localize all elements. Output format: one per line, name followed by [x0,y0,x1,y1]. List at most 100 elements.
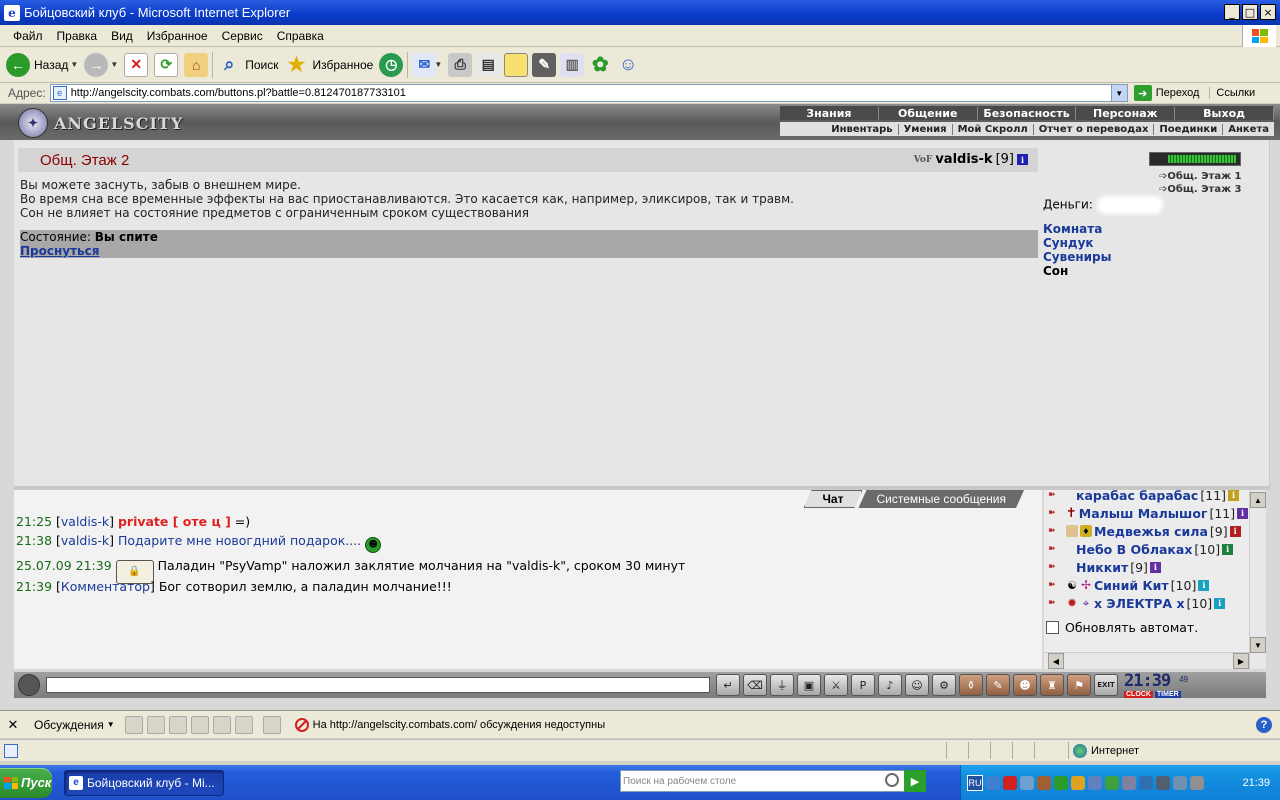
chat-nick[interactable]: valdis-k [61,514,109,529]
info-icon[interactable]: i [1198,579,1210,591]
maximize-button[interactable]: □ [1242,4,1258,20]
nav-my-scroll[interactable]: Мой Скролл [953,123,1034,135]
scroll-left-icon[interactable]: ◀ [1048,653,1064,669]
info-icon[interactable]: i [1229,525,1241,537]
private-arrow-icon[interactable]: ➽ [1048,508,1064,518]
tab-chat[interactable]: Чат [804,490,863,508]
icq-icon[interactable]: ✿ [588,53,612,77]
tray-icon[interactable] [1071,775,1085,790]
private-arrow-icon[interactable]: ➽ [1048,580,1064,590]
chat-time[interactable]: 21:25 [16,514,52,529]
upload-icon[interactable] [262,715,281,734]
messenger-icon[interactable]: ☺ [616,53,640,77]
friends-icon[interactable]: ☻ [1013,674,1037,696]
close-discussion-icon[interactable]: ✕ [4,717,22,733]
room-link-room[interactable]: Комната [1043,222,1112,236]
online-nick[interactable]: Никкит [1076,560,1128,575]
tray-icon[interactable] [1122,775,1136,790]
open-discussion-icon[interactable] [146,715,165,734]
links-button[interactable]: Ссылки [1209,87,1255,99]
room-link-souvenirs[interactable]: Сувениры [1043,250,1112,264]
nav-communication[interactable]: Общение [879,106,978,120]
nav-security[interactable]: Безопасность [978,106,1077,120]
menu-tools[interactable]: Сервис [215,29,270,43]
favorites-button[interactable]: ★ Избранное [285,53,374,77]
menu-favorites[interactable]: Избранное [140,29,215,43]
back-dropdown-icon[interactable]: ▼ [70,60,78,69]
nav-knowledge[interactable]: Знания [780,106,879,120]
history-icon[interactable]: ◷ [379,52,404,77]
info-icon[interactable]: i [1149,561,1161,573]
online-nick[interactable]: Синий Кит [1094,578,1169,593]
wake-up-link[interactable]: Проснуться [20,244,1038,258]
nav-transfer-report[interactable]: Отчет о переводах [1034,123,1155,135]
private-arrow-icon[interactable]: ➽ [1048,598,1064,608]
menu-view[interactable]: Вид [104,29,140,43]
address-input[interactable]: e http://angelscity.combats.com/buttons.… [49,84,1128,102]
mail-dropdown-icon[interactable]: ▼ [434,60,442,69]
online-vertical-scrollbar[interactable]: ▲ ▼ [1249,490,1266,669]
edit-icon[interactable]: ▤ [476,52,501,77]
tab-system-messages[interactable]: Системные сообщения [858,490,1024,508]
go-button[interactable]: ➜ Переход [1133,85,1199,101]
info-icon[interactable]: i [1214,597,1226,609]
menu-help[interactable]: Справка [270,29,331,43]
online-nick[interactable]: Малыш Малышог [1079,506,1208,521]
tray-icon[interactable] [1037,775,1051,790]
chat-input[interactable] [46,677,710,693]
eraser-icon[interactable]: ⌫ [743,674,767,696]
online-nick[interactable]: Небо В Облаках [1076,542,1192,557]
online-nick[interactable]: х ЭЛЕКТРА х [1094,596,1185,611]
media-icon[interactable]: ▥ [560,52,585,77]
timer-mode-button[interactable]: TIMER [1154,691,1181,698]
nav-exit[interactable]: Выход [1175,106,1274,120]
tray-icon[interactable] [1088,775,1102,790]
notes-icon[interactable] [504,52,529,77]
info-icon[interactable]: i [1017,154,1028,165]
smiley-menu-icon[interactable]: ☺ [905,674,929,696]
filter-icon[interactable]: ⏚ [770,674,794,696]
help-icon[interactable]: ? [1256,717,1272,733]
nav-inventory[interactable]: Инвентарь [826,123,899,135]
info-icon[interactable]: i [1222,543,1234,555]
chat-nick[interactable]: Комментатор [61,579,150,594]
menu-file[interactable]: Файл [6,29,50,43]
nav-profile[interactable]: Анкета [1223,124,1274,135]
new-discussion-icon[interactable] [124,715,143,734]
room-link-chest[interactable]: Сундук [1043,236,1112,250]
nav-character[interactable]: Персонаж [1076,106,1176,120]
network-icon[interactable] [986,775,1000,790]
antivirus-icon[interactable] [1003,775,1017,790]
minimize-button[interactable]: _ [1224,4,1240,20]
nav-skills[interactable]: Умения [899,123,953,135]
edit-discussion-icon[interactable] [190,715,209,734]
fight-icon[interactable]: ⚔ [824,674,848,696]
save-icon[interactable]: ▣ [797,674,821,696]
home-icon[interactable]: ⌂ [184,52,209,77]
private-arrow-icon[interactable]: ➽ [1048,526,1064,536]
floor-link-1[interactable]: ➩Общ. Этаж 1 [1159,170,1241,183]
menu-edit[interactable]: Правка [50,29,105,43]
discussions-button[interactable]: Обсуждения ▼ [34,718,115,732]
refresh-icon[interactable]: ⟳ [154,52,179,77]
expand-icon[interactable] [212,715,231,734]
start-button[interactable]: Пуск [0,767,52,798]
chat-private-tag[interactable]: private [ оте ц ] [118,514,231,529]
back-button[interactable]: ← Назад ▼ [6,52,78,77]
private-list-icon[interactable]: P [851,674,875,696]
tray-icon[interactable] [1020,775,1034,790]
tray-icon[interactable] [1139,775,1153,790]
forward-button[interactable]: → ▼ [84,52,118,77]
collapse-icon[interactable] [234,715,253,734]
desktop-search-input[interactable]: Поиск на рабочем столе ▶ [620,770,926,792]
tray-icon[interactable] [1156,775,1170,790]
address-url[interactable]: http://angelscity.combats.com/buttons.pl… [71,87,406,99]
exit-icon[interactable]: EXIT [1094,674,1118,696]
info-icon[interactable]: i [1228,490,1240,501]
scroll-tool-icon[interactable]: ✎ [986,674,1010,696]
mail-icon[interactable]: ✉ [412,52,437,77]
floor-link-3[interactable]: ➩Общ. Этаж 3 [1159,183,1241,196]
chat-time[interactable]: 21:38 [16,533,52,548]
tool-icon[interactable]: ✎ [532,52,557,77]
clock-mode-button[interactable]: CLOCK [1124,691,1153,698]
